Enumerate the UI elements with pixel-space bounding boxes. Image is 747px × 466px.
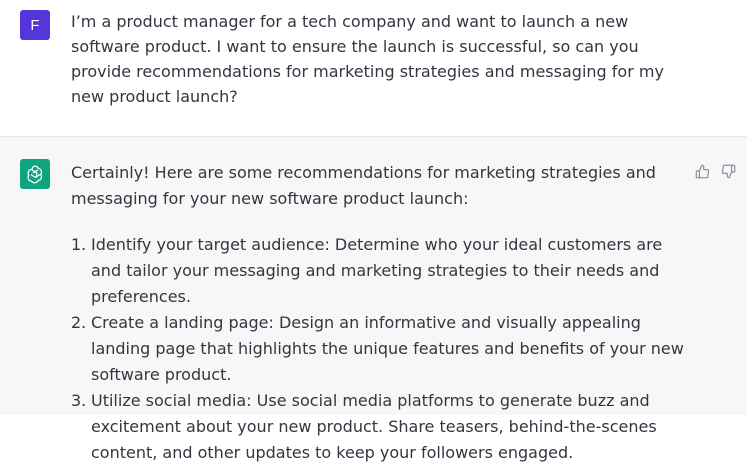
list-item: 3. Utilize social media: Use social medi… <box>71 388 691 466</box>
list-item-number: 2. <box>71 313 87 332</box>
thumbs-up-icon <box>695 164 709 178</box>
thumbs-down-button[interactable] <box>720 163 736 179</box>
list-item-text: Create a landing page: Design an informa… <box>91 313 684 384</box>
list-item-number: 3. <box>71 391 87 410</box>
recommendation-list: 1. Identify your target audience: Determ… <box>71 232 691 466</box>
openai-logo-icon <box>27 165 43 184</box>
list-item: 2. Create a landing page: Design an info… <box>71 310 691 388</box>
assistant-avatar <box>20 159 50 189</box>
thumbs-up-button[interactable] <box>694 163 710 179</box>
list-item-text: Identify your target audience: Determine… <box>91 235 663 306</box>
feedback-buttons <box>694 163 736 179</box>
list-item-text: Utilize social media: Use social media p… <box>91 391 657 462</box>
list-item-number: 1. <box>71 235 87 254</box>
list-item: 1. Identify your target audience: Determ… <box>71 232 691 310</box>
assistant-intro-text: Certainly! Here are some recommendations… <box>71 163 656 208</box>
user-message-text: I’m a product manager for a tech company… <box>71 12 664 106</box>
user-avatar: F <box>20 10 50 40</box>
thumbs-down-icon <box>721 164 735 178</box>
user-avatar-initial: F <box>30 16 40 34</box>
